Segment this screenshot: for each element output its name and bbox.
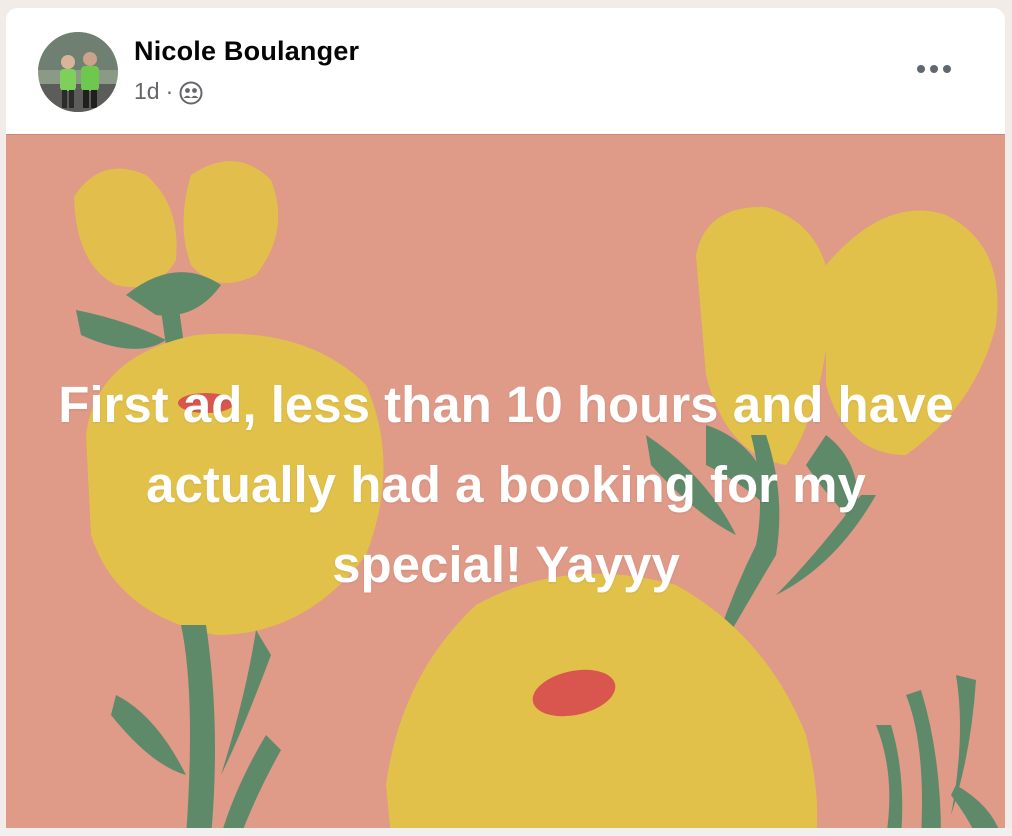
meta-separator: · <box>165 77 174 104</box>
more-options-icon <box>917 65 951 73</box>
post-timestamp[interactable]: 1d <box>134 78 160 105</box>
post-meta: 1d · <box>134 77 203 105</box>
author-avatar[interactable] <box>38 32 118 112</box>
post-text: First ad, less than 10 hours and have ac… <box>58 376 954 593</box>
post-card: Nicole Boulanger 1d · First ad, less tha… <box>6 8 1005 836</box>
friends-icon[interactable] <box>179 81 203 105</box>
more-options-button[interactable] <box>910 52 958 86</box>
avatar-photo <box>38 32 118 112</box>
post-background-image[interactable]: First ad, less than 10 hours and have ac… <box>6 134 1005 836</box>
post-header: Nicole Boulanger 1d · <box>6 8 1005 134</box>
card-bottom-edge <box>0 828 1012 836</box>
author-name[interactable]: Nicole Boulanger <box>134 36 359 67</box>
